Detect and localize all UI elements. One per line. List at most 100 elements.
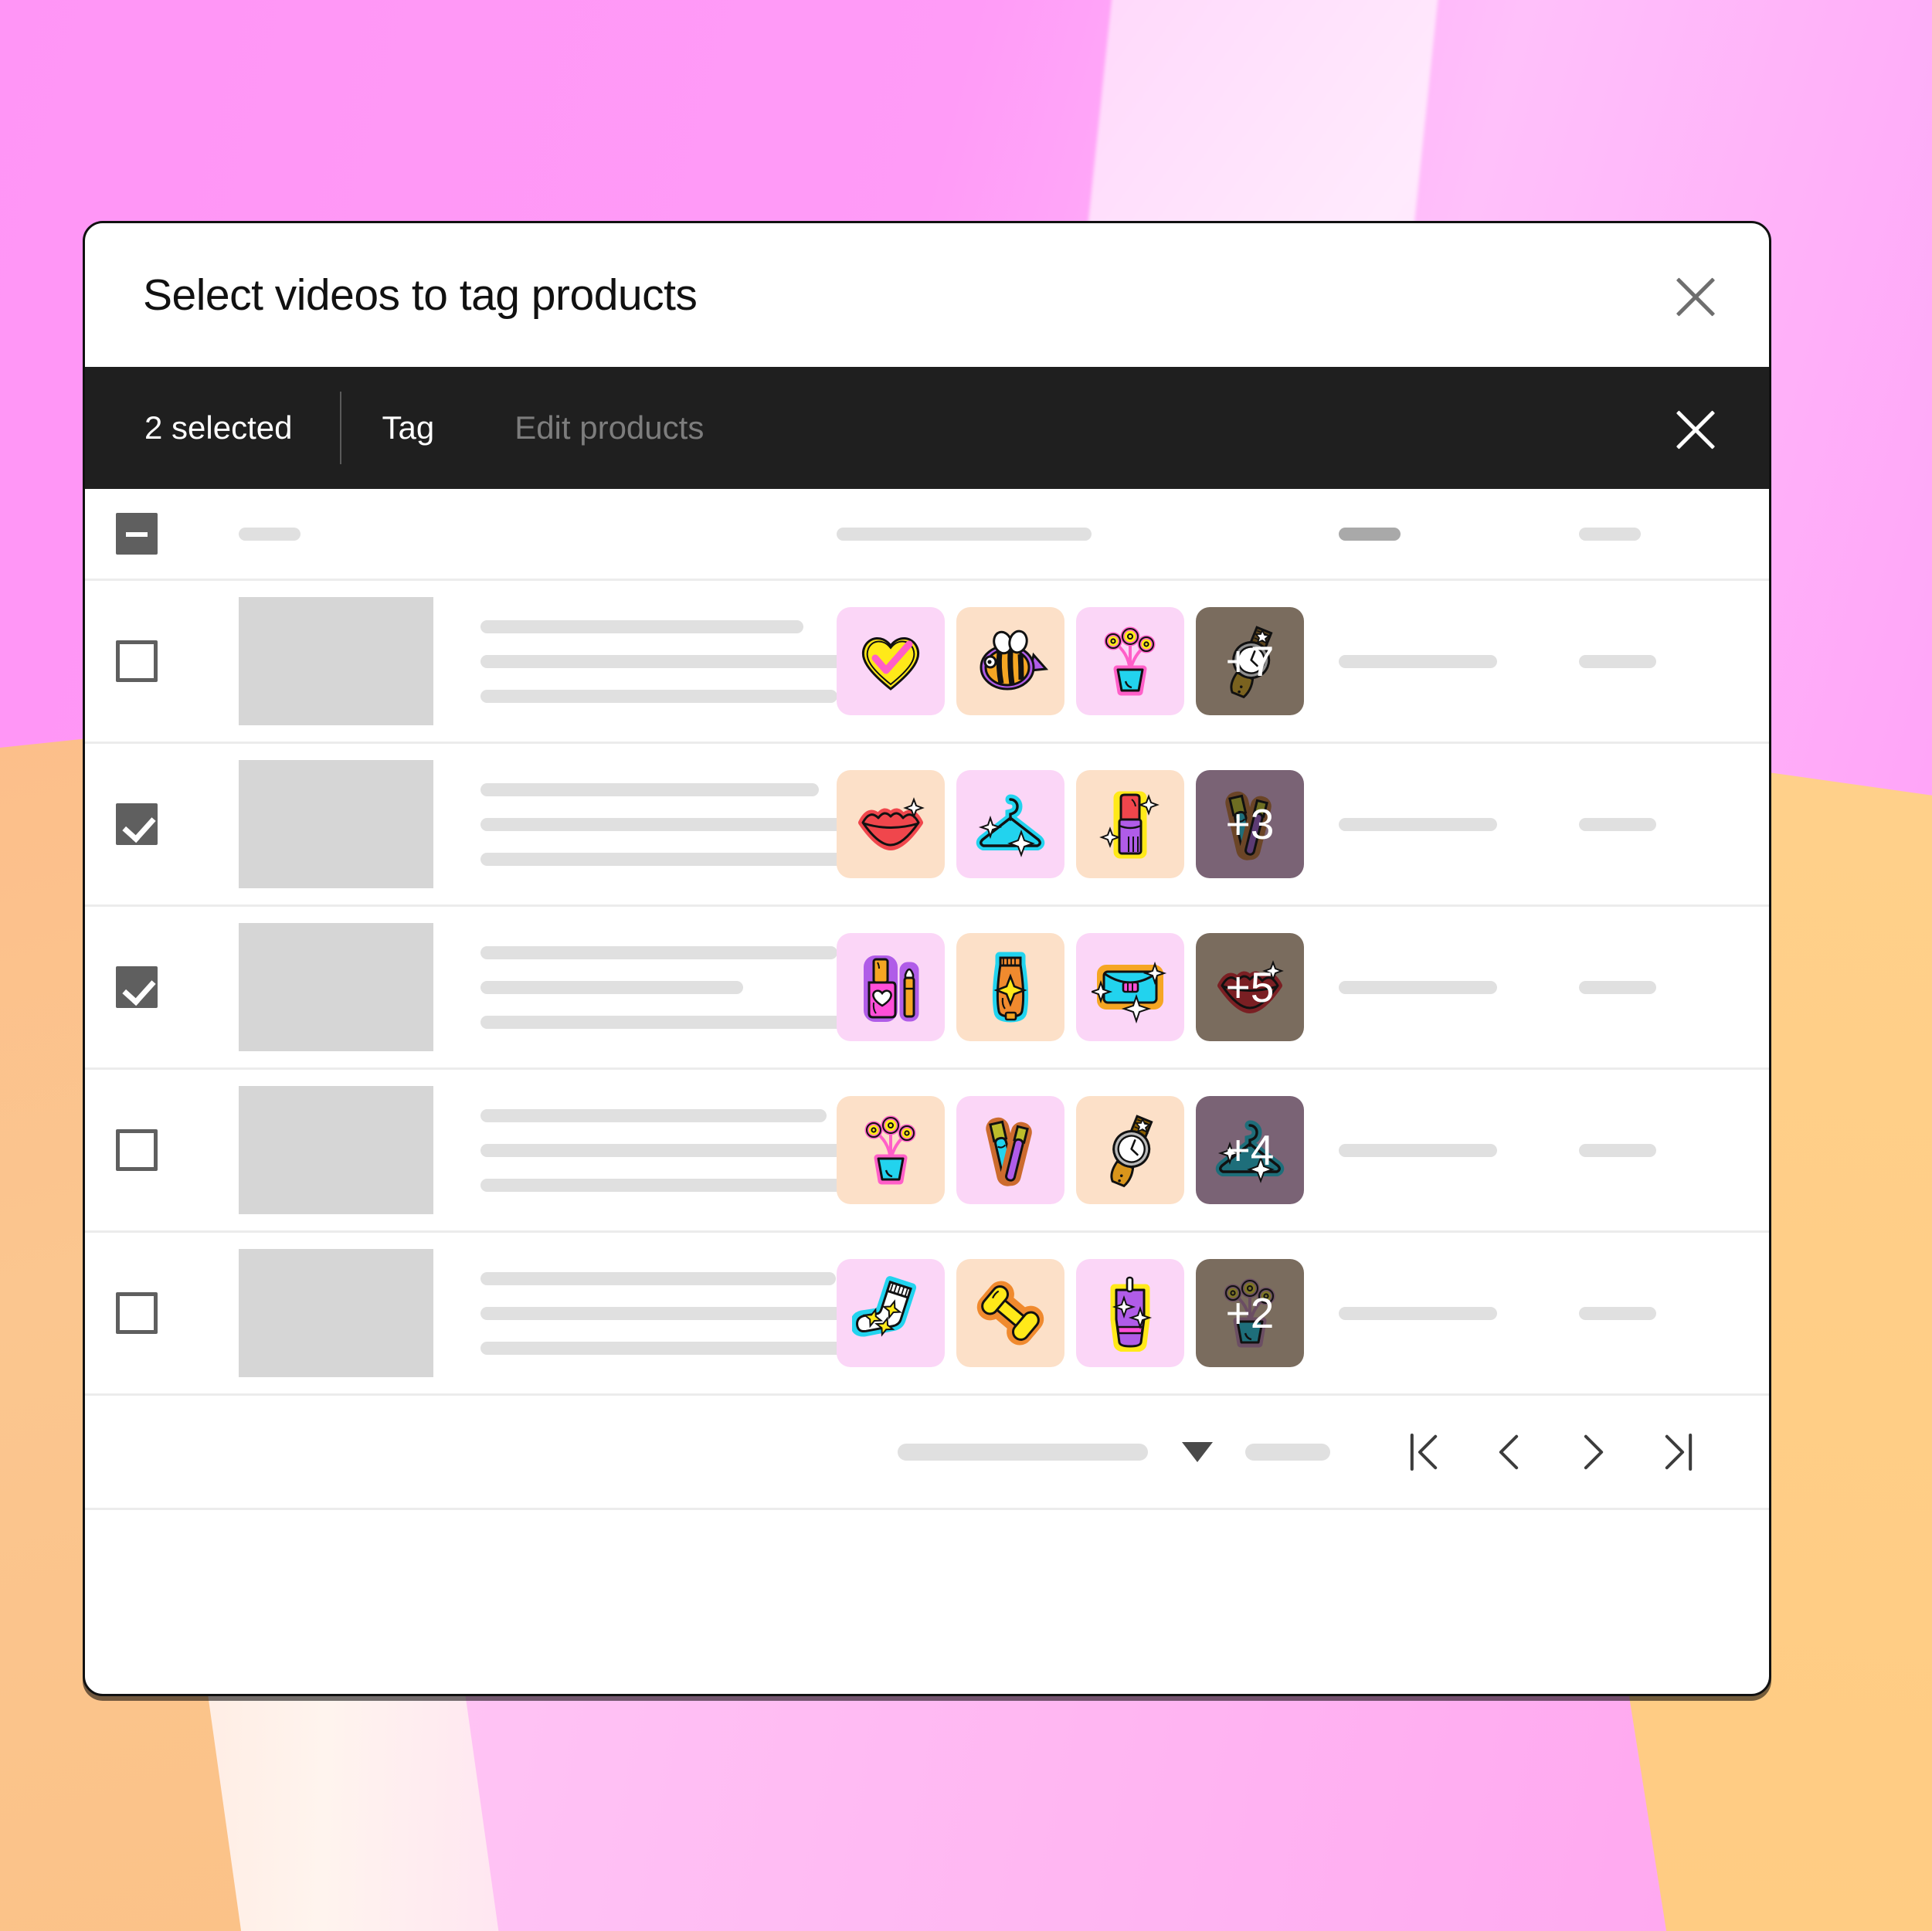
header-skeleton-meta2 (1579, 527, 1641, 541)
more-products-count: +2 (1225, 1289, 1275, 1337)
header-thumbnail-col (188, 527, 433, 541)
video-thumbnail-cell (188, 1249, 433, 1377)
skeleton-line (480, 1341, 856, 1355)
row-meta-secondary-cell (1568, 817, 1769, 831)
header-skeleton-products (837, 527, 1092, 541)
product-thumbnail-lipstick[interactable] (1076, 770, 1184, 878)
chevron-down-icon[interactable] (1182, 1441, 1213, 1462)
previous-page-icon[interactable] (1466, 1417, 1551, 1487)
video-title-cell (433, 945, 844, 1029)
skeleton-line (1579, 1306, 1656, 1320)
row-meta-primary-cell (1314, 1306, 1568, 1320)
selected-count-label: 2 selected (144, 409, 293, 446)
skeleton-line (1579, 980, 1656, 994)
product-thumbnail-flower-pot[interactable] (837, 1096, 945, 1204)
skeleton-line (480, 1271, 836, 1285)
skeleton-line (480, 782, 819, 796)
video-thumbnail-placeholder (239, 760, 433, 888)
product-thumbnail-lips[interactable] (837, 770, 945, 878)
skeleton-line (480, 1143, 851, 1157)
skeleton-line (480, 1108, 827, 1122)
row-checkbox[interactable] (115, 803, 158, 845)
skeleton-line (480, 980, 743, 994)
row-select-cell (85, 966, 188, 1008)
skeleton-line (1579, 654, 1656, 668)
header-skeleton-label (239, 527, 300, 541)
table-row[interactable]: +5 (85, 907, 1769, 1070)
video-title-cell (433, 1271, 856, 1355)
next-page-icon[interactable] (1551, 1417, 1636, 1487)
more-products-badge[interactable]: +2 (1196, 1259, 1304, 1367)
pagination-skeleton-range (898, 1443, 1148, 1461)
more-products-badge[interactable]: +3 (1196, 770, 1304, 878)
row-meta-secondary-cell (1568, 1143, 1769, 1157)
skeleton-line (480, 945, 837, 959)
table-row[interactable]: +3 (85, 744, 1769, 907)
page-title: Select videos to tag products (143, 270, 698, 320)
header-meta1-col (1314, 527, 1568, 541)
more-products-badge[interactable]: +4 (1196, 1096, 1304, 1204)
product-thumbnail-nail-polish[interactable] (837, 933, 945, 1041)
product-thumbnail-flower-pot[interactable] (1076, 607, 1184, 715)
skeleton-line (1339, 980, 1497, 994)
video-thumbnail-placeholder (239, 923, 433, 1051)
tagged-products-cell: +2 (820, 1259, 1314, 1367)
skeleton-line (1579, 1143, 1656, 1157)
product-thumbnail-cream-tube[interactable] (956, 933, 1064, 1041)
skeleton-line (480, 1015, 844, 1029)
table-body: +7 +3 +5 +4 +2 (85, 581, 1769, 1396)
row-meta-secondary-cell (1568, 980, 1769, 994)
video-thumbnail-cell (188, 597, 433, 725)
table-row[interactable]: +7 (85, 581, 1769, 744)
row-checkbox[interactable] (115, 1129, 158, 1171)
first-page-icon[interactable] (1381, 1417, 1466, 1487)
more-products-badge[interactable]: +7 (1196, 607, 1304, 715)
select-all-checkbox[interactable] (115, 513, 158, 555)
video-title-cell (433, 619, 844, 703)
product-thumbnail-watch[interactable] (1076, 1096, 1184, 1204)
dialog-footer (85, 1510, 1769, 1604)
product-thumbnail-bee[interactable] (956, 607, 1064, 715)
last-page-icon[interactable] (1636, 1417, 1721, 1487)
skeleton-line (480, 852, 851, 866)
row-checkbox[interactable] (115, 966, 158, 1008)
row-checkbox[interactable] (115, 1292, 158, 1334)
tagged-products-cell: +3 (820, 770, 1314, 878)
skeleton-line (480, 1306, 848, 1320)
header-meta2-col (1568, 527, 1769, 541)
row-meta-primary-cell (1314, 980, 1568, 994)
product-thumbnail-hanger[interactable] (956, 770, 1064, 878)
more-products-count: +4 (1225, 1126, 1275, 1174)
header-products-col (820, 527, 1314, 541)
product-thumbnail-dumbbell[interactable] (956, 1259, 1064, 1367)
edit-products-button[interactable]: Edit products (474, 409, 744, 446)
more-products-count: +7 (1225, 637, 1275, 685)
table-row[interactable]: +4 (85, 1070, 1769, 1233)
more-products-count: +5 (1225, 963, 1275, 1011)
skeleton-line (480, 817, 844, 831)
close-icon[interactable] (1667, 266, 1724, 324)
skeleton-line (1579, 817, 1656, 831)
product-thumbnail-clutch-bag[interactable] (1076, 933, 1184, 1041)
tagged-products-cell: +5 (820, 933, 1314, 1041)
tag-button[interactable]: Tag (341, 409, 474, 446)
row-meta-primary-cell (1314, 654, 1568, 668)
row-meta-secondary-cell (1568, 654, 1769, 668)
more-products-count: +3 (1225, 800, 1275, 848)
skeleton-line (1339, 1306, 1497, 1320)
more-products-badge[interactable]: +5 (1196, 933, 1304, 1041)
video-thumbnail-cell (188, 1086, 433, 1214)
product-thumbnail-makeup-brushes[interactable] (956, 1096, 1064, 1204)
row-checkbox[interactable] (115, 640, 158, 682)
dismiss-selection-close-icon[interactable] (1667, 399, 1724, 456)
tagged-products-cell: +7 (820, 607, 1314, 715)
product-thumbnail-heart-check[interactable] (837, 607, 945, 715)
product-thumbnail-tumbler[interactable] (1076, 1259, 1184, 1367)
skeleton-line (1339, 654, 1497, 668)
video-thumbnail-placeholder (239, 1086, 433, 1214)
select-all-cell (85, 513, 188, 555)
product-thumbnail-sock[interactable] (837, 1259, 945, 1367)
row-meta-primary-cell (1314, 1143, 1568, 1157)
table-row[interactable]: +2 (85, 1233, 1769, 1396)
bulk-action-toolbar: 2 selected Tag Edit products (85, 367, 1769, 489)
